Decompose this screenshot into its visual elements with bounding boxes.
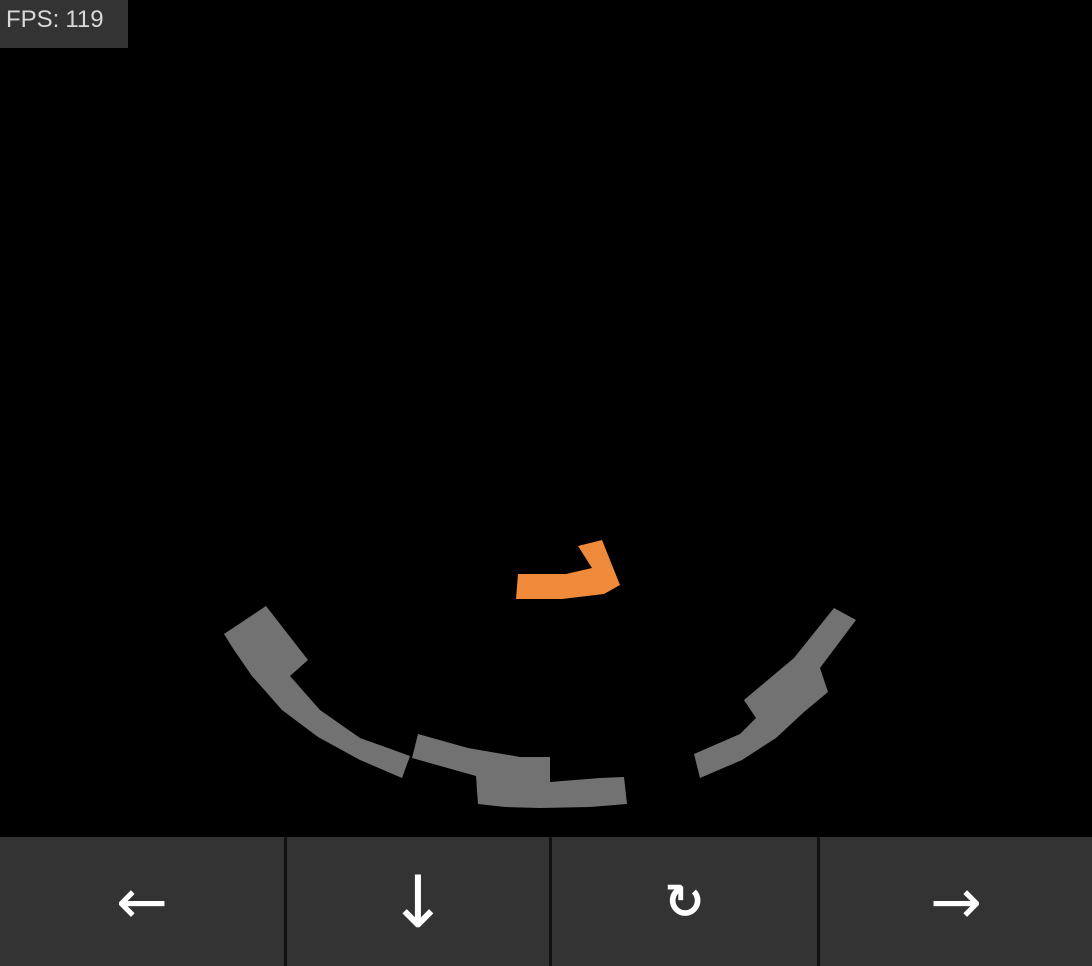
arrow-left-icon: ← xyxy=(116,864,168,938)
platform-segment-bottom xyxy=(412,734,627,808)
rotate-button[interactable]: ↻ xyxy=(552,837,817,966)
arrow-down-icon: ↓ xyxy=(387,859,449,944)
platform-segment-left xyxy=(224,606,410,778)
move-left-button[interactable]: ← xyxy=(0,837,284,966)
active-piece xyxy=(516,540,620,599)
fps-value: 119 xyxy=(65,6,104,33)
game-canvas[interactable] xyxy=(0,0,1092,836)
control-bar: ← ↓ ↻ → xyxy=(0,837,1092,966)
move-right-button[interactable]: → xyxy=(820,837,1092,966)
arrow-right-icon: → xyxy=(930,864,982,938)
rotate-clockwise-icon: ↻ xyxy=(664,873,705,930)
platform-segment-right xyxy=(694,608,856,778)
fps-counter: FPS: 119 xyxy=(0,0,128,48)
fps-label: FPS: xyxy=(6,6,60,33)
playfield xyxy=(224,540,856,808)
soft-drop-button[interactable]: ↓ xyxy=(287,837,549,966)
